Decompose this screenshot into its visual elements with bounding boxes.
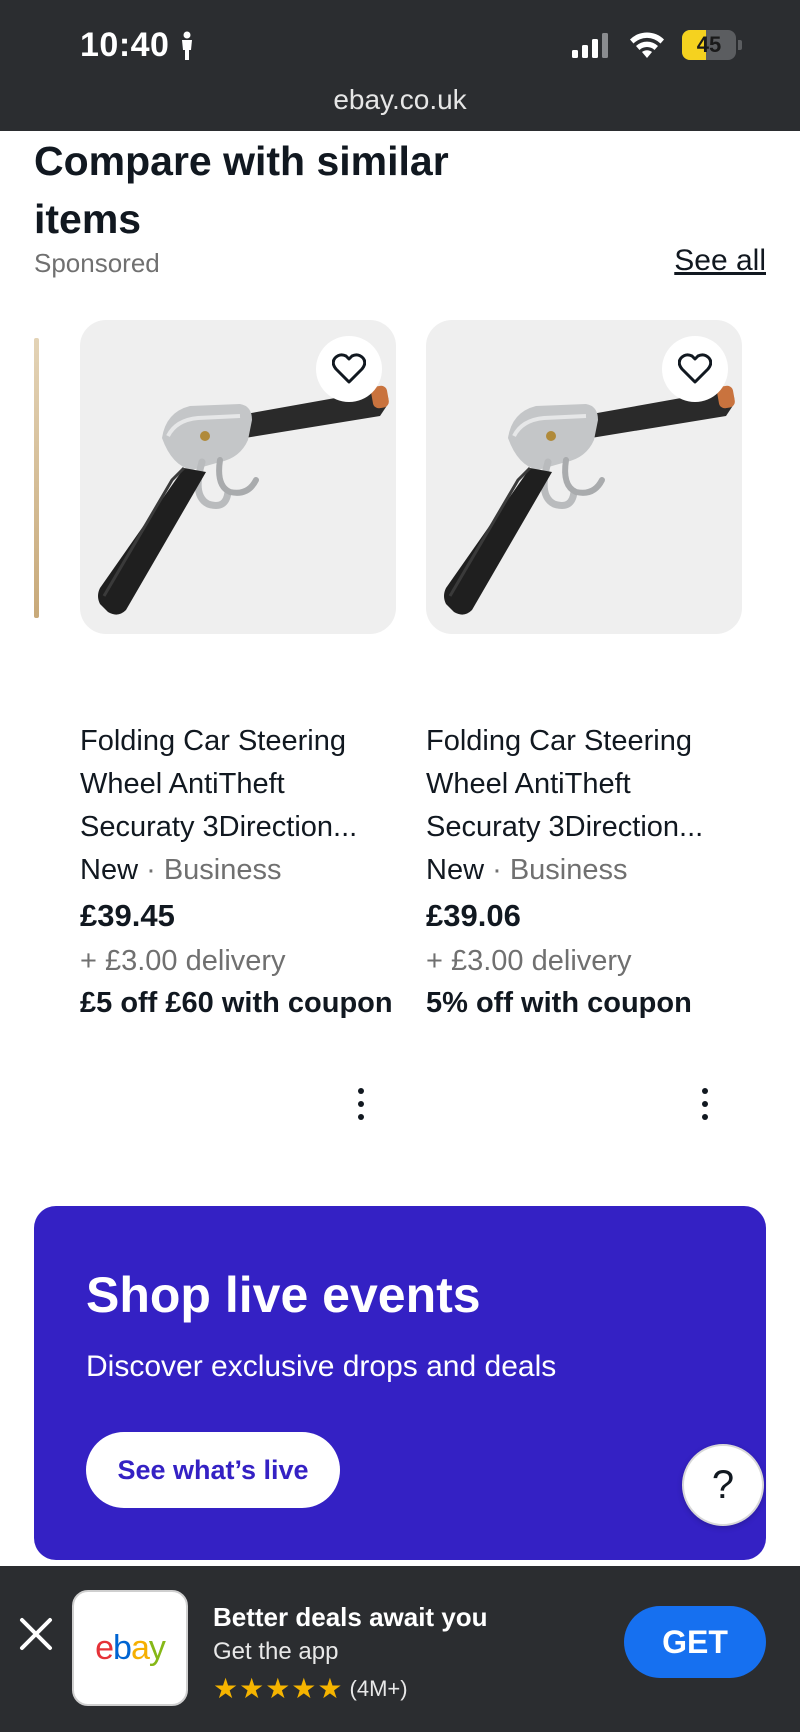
product-condition: New · Business [426, 849, 742, 892]
see-whats-live-button[interactable]: See what’s live [86, 1432, 340, 1508]
see-all-link[interactable]: See all [674, 244, 766, 278]
get-app-button[interactable]: GET [624, 1606, 766, 1678]
battery-icon: 45 [682, 30, 742, 60]
live-events-title: Shop live events [86, 1267, 481, 1323]
separator: · [492, 854, 502, 886]
product-image[interactable] [426, 320, 742, 634]
signal-icon [572, 33, 608, 58]
delivery-cost: + £3.00 delivery [426, 945, 632, 977]
coupon-text: 5% off with coupon [426, 987, 692, 1019]
live-events-subtitle: Discover exclusive drops and deals [86, 1350, 557, 1383]
app-rating: ★★★★★ (4M+) [213, 1672, 408, 1705]
app-install-banner: ebay Better deals await you Get the app … [0, 1566, 800, 1732]
address-bar-url[interactable]: ebay.co.uk [0, 84, 800, 116]
heart-icon [678, 353, 712, 384]
logo-letter-e: e [95, 1628, 114, 1667]
coupon-text: £5 off £60 with coupon [80, 987, 393, 1019]
ebay-app-logo[interactable]: ebay [72, 1590, 188, 1706]
app-banner-headline: Better deals await you [213, 1602, 488, 1632]
logo-letter-y: y [148, 1628, 166, 1667]
rating-count: (4M+) [349, 1675, 408, 1701]
status-icons: 45 [572, 30, 742, 60]
sponsored-label: Sponsored [34, 248, 160, 278]
time-text: 10:40 [80, 26, 170, 64]
live-events-banner[interactable]: Shop live events Discover exclusive drop… [34, 1206, 766, 1560]
product-condition: New · Business [80, 849, 396, 892]
section-title: Compare with similar items [34, 138, 449, 242]
watch-button[interactable] [662, 336, 728, 402]
status-time: 10:40 [80, 26, 195, 65]
product-card[interactable]: Folding Car Steering Wheel AntiTheft Sec… [80, 320, 396, 1025]
seller-type: Business [163, 854, 282, 886]
separator: · [146, 854, 156, 886]
product-title[interactable]: Folding Car Steering Wheel AntiTheft Sec… [80, 720, 396, 849]
status-bar: 10:40 45 ebay.co.uk [0, 0, 800, 131]
delivery-cost: + £3.00 delivery [80, 945, 286, 977]
battery-tip [738, 40, 742, 50]
person-icon [182, 31, 193, 60]
logo-letter-b: b [113, 1628, 132, 1667]
battery-level: 45 [696, 32, 722, 57]
close-icon[interactable] [18, 1616, 54, 1652]
condition-text: New [80, 854, 139, 886]
help-button[interactable]: ? [682, 1444, 764, 1526]
product-image[interactable] [80, 320, 396, 634]
app-banner-subtext: Get the app [213, 1638, 339, 1665]
more-options-icon[interactable] [690, 1084, 720, 1124]
product-price: £39.45 [80, 898, 175, 933]
more-options-icon[interactable] [346, 1084, 376, 1124]
wifi-icon [630, 32, 664, 58]
logo-letter-a: a [130, 1628, 150, 1667]
product-price: £39.06 [426, 898, 521, 933]
battery-body: 45 [682, 30, 736, 60]
heart-icon [332, 353, 366, 384]
star-rating-icon: ★★★★★ [213, 1673, 344, 1704]
product-card[interactable]: Folding Car Steering Wheel AntiTheft Sec… [426, 320, 742, 1025]
previous-card-edge[interactable] [34, 338, 39, 618]
product-title[interactable]: Folding Car Steering Wheel AntiTheft Sec… [426, 720, 742, 849]
watch-button[interactable] [316, 336, 382, 402]
condition-text: New [426, 854, 485, 886]
seller-type: Business [509, 854, 628, 886]
